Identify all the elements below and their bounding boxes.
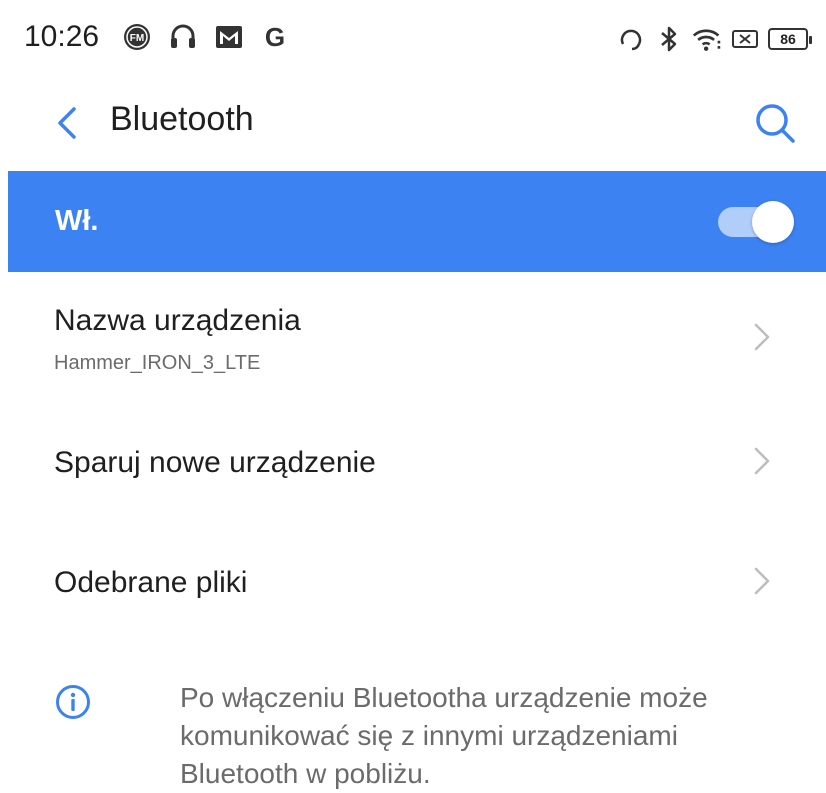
back-button[interactable] (42, 98, 92, 148)
no-sim-icon (730, 24, 760, 54)
device-name-title: Nazwa urządzenia (54, 304, 301, 337)
svg-text:G: G (265, 22, 285, 52)
list-item-pair-new-device[interactable]: Sparuj nowe urządzenie (0, 402, 826, 522)
status-right-icons: 86 (616, 24, 812, 54)
page-title: Bluetooth (110, 100, 254, 138)
google-icon: G (260, 22, 290, 52)
chevron-right-icon (754, 567, 770, 595)
bluetooth-icon (654, 24, 684, 54)
status-left-icons: FM G (122, 22, 290, 52)
search-icon (756, 104, 795, 143)
switch-thumb (752, 201, 794, 243)
list-item-device-name[interactable]: Nazwa urządzenia Hammer_IRON_3_LTE (0, 272, 826, 402)
headset-icon (616, 24, 646, 54)
gmail-icon (214, 22, 244, 52)
search-button[interactable] (748, 96, 802, 150)
bluetooth-toggle-label: Wł. (55, 205, 99, 237)
headphones-icon (168, 22, 198, 52)
received-files-title: Odebrane pliki (54, 566, 248, 599)
battery-indicator: 86 (768, 28, 812, 50)
info-icon (56, 685, 90, 719)
info-text: Po włączeniu Bluetootha urządzenie może … (180, 682, 708, 789)
info-block: Po włączeniu Bluetootha urządzenie może … (0, 675, 826, 791)
device-name-value: Hammer_IRON_3_LTE (54, 352, 261, 374)
svg-text:FM: FM (130, 33, 144, 44)
app-bar: Bluetooth (0, 80, 826, 170)
pair-new-device-title: Sparuj nowe urządzenie (54, 446, 376, 479)
wifi-icon (692, 24, 722, 54)
status-time: 10:26 (24, 20, 100, 53)
bluetooth-toggle-row[interactable]: Wł. (8, 171, 826, 272)
chevron-right-icon (754, 323, 770, 351)
bluetooth-switch[interactable] (718, 201, 794, 243)
fm-radio-icon: FM (122, 22, 152, 52)
status-bar: 10:26 FM G 86 (0, 0, 826, 80)
chevron-left-icon (58, 107, 76, 139)
list-item-received-files[interactable]: Odebrane pliki (0, 522, 826, 642)
chevron-right-icon (754, 447, 770, 475)
